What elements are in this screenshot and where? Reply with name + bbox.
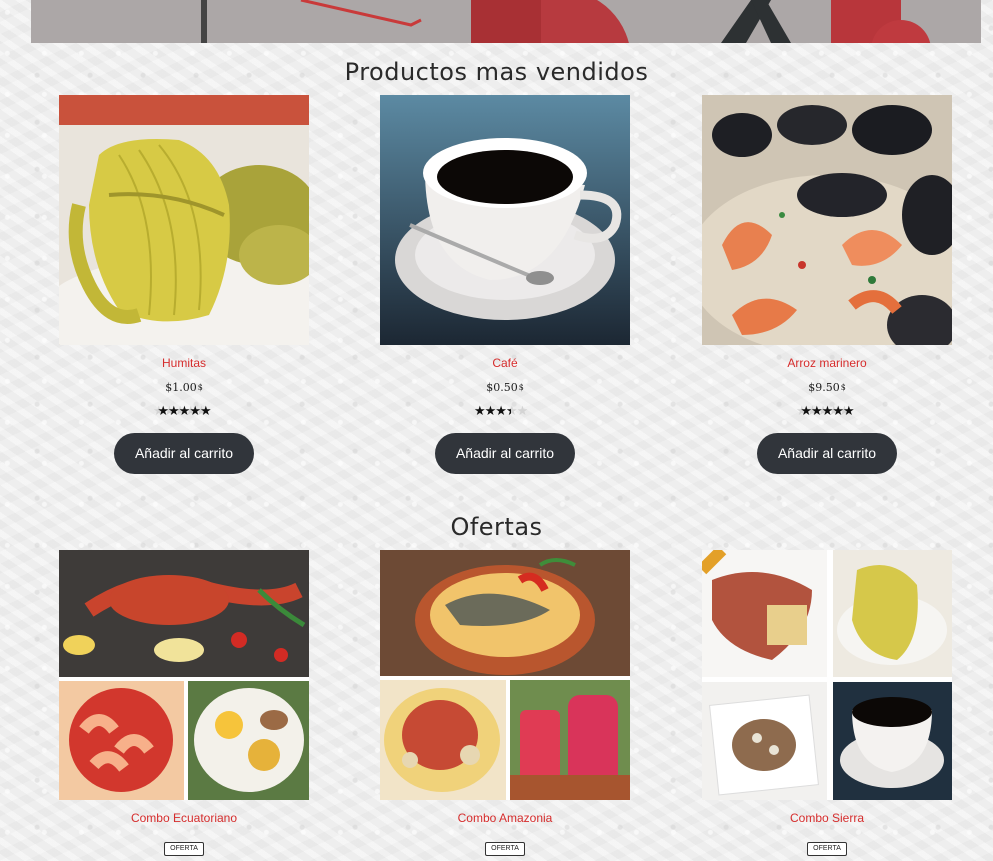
offer-card: Combo Amazonia OFERTA bbox=[380, 550, 630, 856]
add-to-cart-button[interactable]: Añadir al carrito bbox=[113, 433, 255, 474]
product-name-link[interactable]: Café bbox=[380, 356, 630, 370]
product-card: Arroz marinero $9.50$ ★★★★★ ★★★★★ Añadir … bbox=[702, 95, 952, 474]
rating-stars: ★★★★★★★★★★ bbox=[474, 404, 536, 418]
product-card: Café $0.50$ ★★★★★★★★★★ Añadir al carrito bbox=[380, 95, 630, 474]
rating-stars: ★★★★★★★★★★ bbox=[796, 404, 858, 418]
offer-card: Combo Sierra OFERTA bbox=[702, 550, 952, 856]
product-image-cafe[interactable] bbox=[380, 95, 630, 345]
price-value: $1.00 bbox=[165, 381, 197, 394]
offer-name-link[interactable]: Combo Amazonia bbox=[380, 811, 630, 825]
product-name-link[interactable]: Arroz marinero bbox=[702, 356, 952, 370]
star-icon-filled: ★★★★★ bbox=[800, 404, 854, 418]
rating-stars: ★★★★★★★★★★ bbox=[153, 404, 215, 418]
sale-badge: OFERTA bbox=[164, 842, 204, 856]
star-icon-filled: ★★★★★ bbox=[157, 404, 211, 418]
offer-card: Combo Ecuatoriano OFERTA bbox=[59, 550, 309, 856]
product-name-link[interactable]: Humitas bbox=[59, 356, 309, 370]
product-price: $0.50$ bbox=[380, 381, 630, 394]
product-price: $1.00$ bbox=[59, 381, 309, 394]
price-value: $0.50 bbox=[486, 381, 518, 394]
offer-image-combo-ecuatoriano[interactable] bbox=[59, 550, 309, 800]
hero-illustration bbox=[31, 0, 981, 43]
add-to-cart-button[interactable]: Añadir al carrito bbox=[434, 433, 576, 474]
hero-banner bbox=[31, 0, 981, 43]
offer-image-combo-sierra[interactable] bbox=[702, 550, 952, 800]
offer-image-combo-amazonia[interactable] bbox=[380, 550, 630, 800]
sale-badge: OFERTA bbox=[485, 842, 525, 856]
offer-name-link[interactable]: Combo Ecuatoriano bbox=[59, 811, 309, 825]
offer-name-link[interactable]: Combo Sierra bbox=[702, 811, 952, 825]
product-card: Humitas $1.00$ ★★★★★ ★★★★★ Añadir al carr… bbox=[59, 95, 309, 474]
product-price: $9.50$ bbox=[702, 381, 952, 394]
star-icon-filled: ★★★★★ bbox=[474, 404, 511, 418]
price-value: $9.50 bbox=[808, 381, 840, 394]
section-title-offers: Ofertas bbox=[450, 513, 543, 541]
currency-symbol: $ bbox=[197, 383, 203, 392]
currency-symbol: $ bbox=[518, 383, 524, 392]
product-image-arroz-marinero[interactable] bbox=[702, 95, 952, 345]
product-image-humitas[interactable] bbox=[59, 95, 309, 345]
section-title-best-sellers: Productos mas vendidos bbox=[344, 58, 649, 86]
currency-symbol: $ bbox=[840, 383, 846, 392]
sale-badge: OFERTA bbox=[807, 842, 847, 856]
add-to-cart-button[interactable]: Añadir al carrito bbox=[756, 433, 898, 474]
